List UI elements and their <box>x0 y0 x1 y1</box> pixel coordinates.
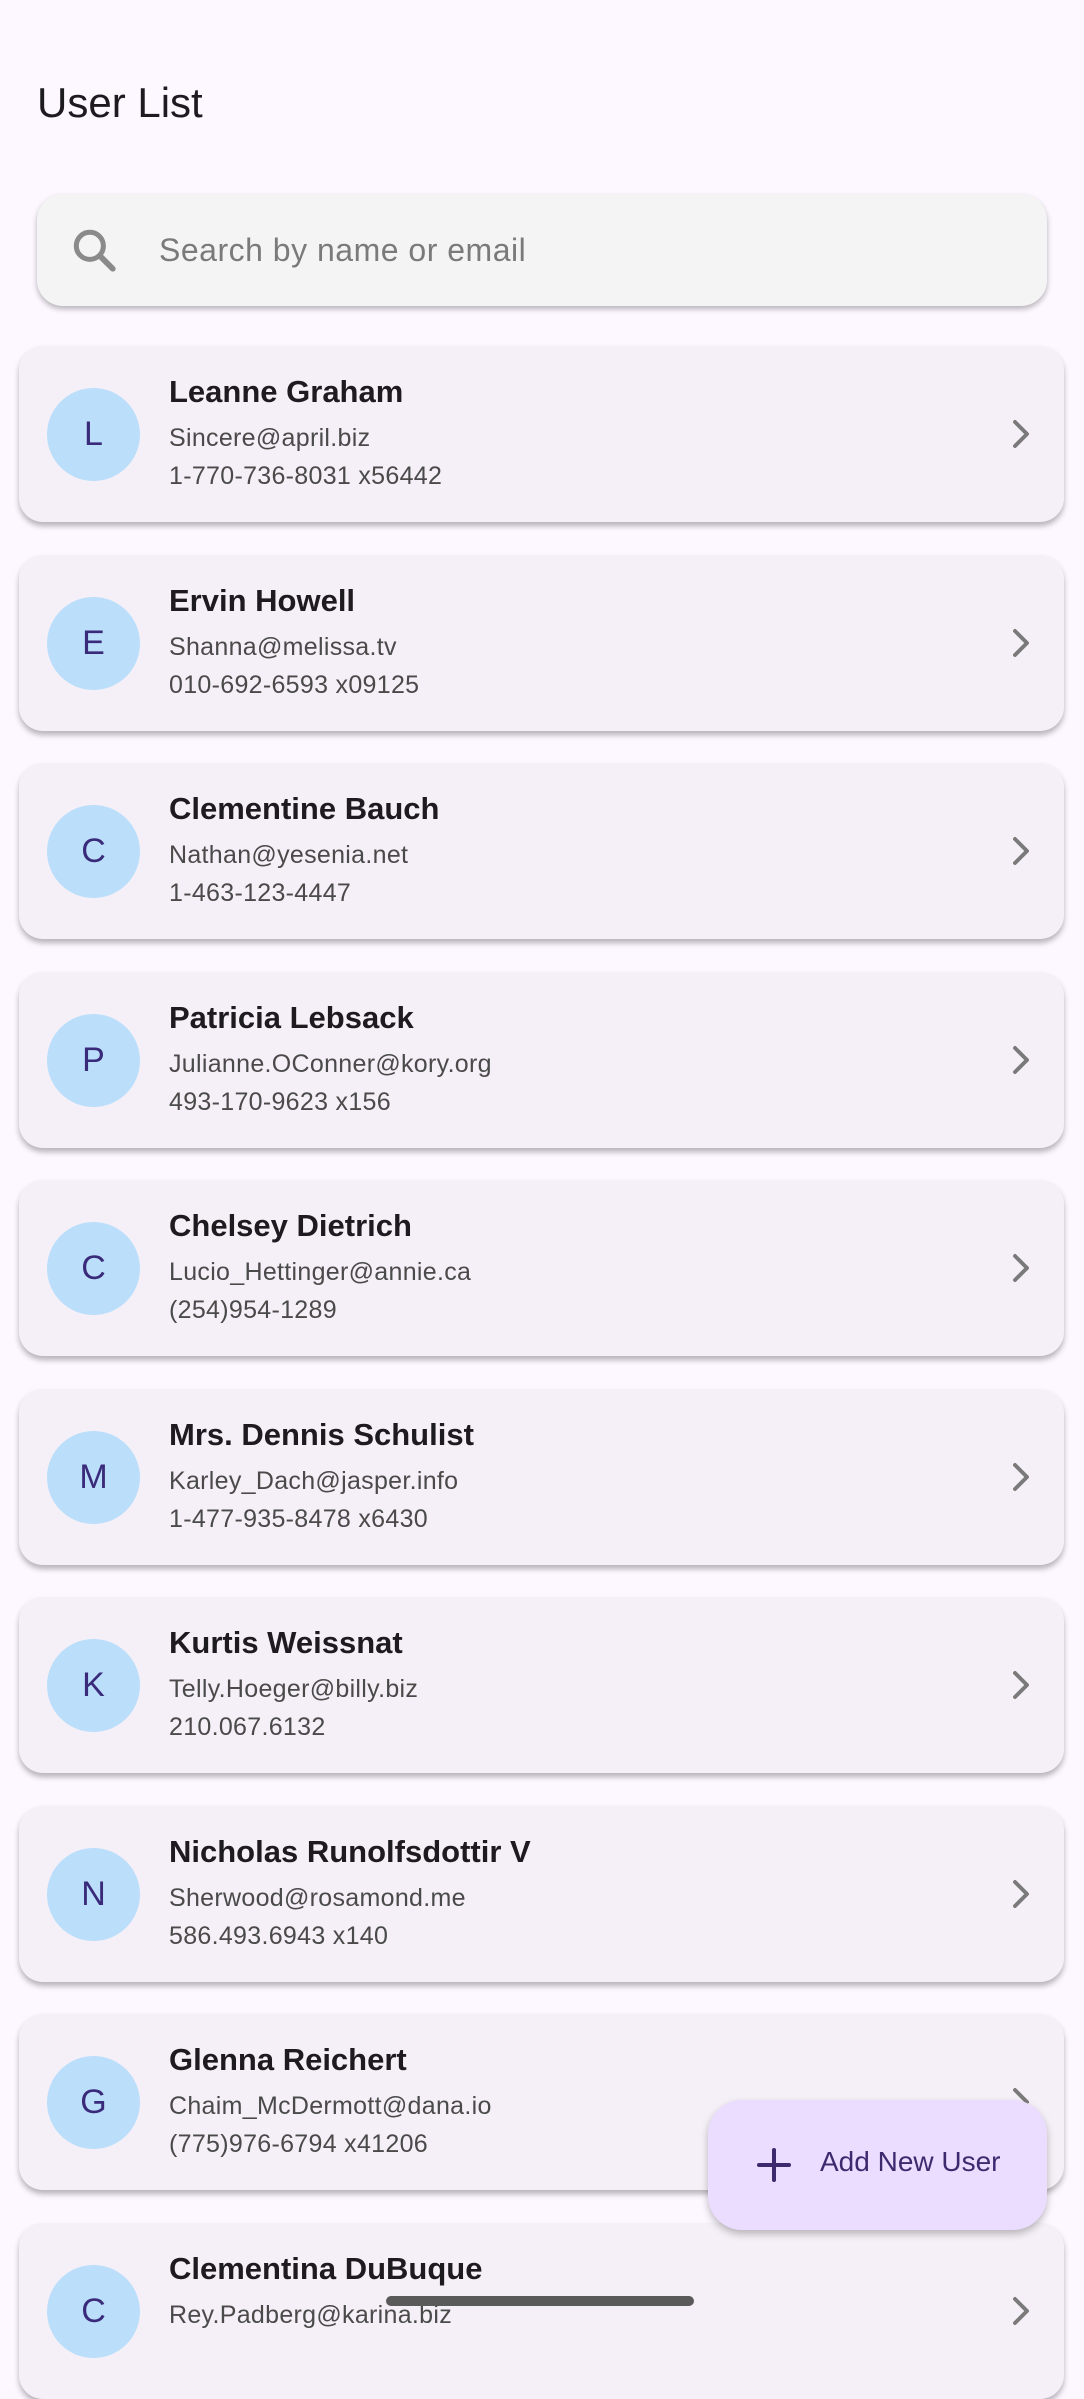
user-email: Karley_Dach@jasper.info <box>169 1466 459 1495</box>
home-indicator[interactable] <box>386 2296 694 2306</box>
user-card[interactable]: N Nicholas Runolfsdottir V Sherwood@rosamo… <box>19 1805 1064 1982</box>
user-email: Sherwood@rosamond.me <box>169 1883 466 1912</box>
user-name: Leanne Graham <box>169 374 404 409</box>
user-email: Nathan@yesenia.net <box>169 841 409 869</box>
avatar: L <box>47 388 140 481</box>
avatar: G <box>47 2056 140 2149</box>
chevron-right-icon <box>1013 1045 1029 1074</box>
user-name: Chelsey Dietrich <box>169 1208 412 1243</box>
user-phone: 210.067.6132 <box>169 1713 326 1741</box>
avatar: N <box>47 1847 140 1941</box>
user-card[interactable]: K Kurtis Weissnat Telly.Hoeger@billy.biz 21… <box>19 1597 1064 1773</box>
chevron-right-icon <box>1013 1254 1029 1282</box>
search-input[interactable] <box>159 194 1019 306</box>
chevron-right-icon <box>1013 1879 1029 1908</box>
avatar: E <box>47 596 140 690</box>
user-email: Shanna@melissa.tv <box>169 632 397 661</box>
user-name: Glenna Reichert <box>169 2042 407 2077</box>
chevron-right-icon <box>1013 1671 1029 1699</box>
chevron-right-icon <box>1013 1462 1029 1491</box>
user-email: Julianne.OConner@kory.org <box>169 1049 492 1078</box>
search-icon <box>73 229 116 272</box>
search-bar[interactable] <box>37 194 1047 306</box>
avatar: P <box>47 1013 140 1107</box>
chevron-right-icon <box>1013 628 1029 657</box>
user-email: Chaim_McDermott@dana.io <box>169 2092 492 2120</box>
user-name: Patricia Lebsack <box>169 999 414 1035</box>
user-email: Sincere@april.biz <box>169 424 371 452</box>
avatar: M <box>47 1430 140 1524</box>
user-name: Mrs. Dennis Schulist <box>169 1416 474 1452</box>
plus-icon <box>757 2148 791 2182</box>
user-phone: (775)976-6794 x41206 <box>169 2130 428 2158</box>
avatar: C <box>47 805 140 898</box>
user-name: Nicholas Runolfsdottir V <box>169 1833 531 1869</box>
avatar: C <box>47 2264 140 2358</box>
user-email: Telly.Hoeger@billy.biz <box>169 1675 419 1703</box>
chevron-right-icon <box>1013 837 1029 865</box>
user-email: Lucio_Hettinger@annie.ca <box>169 1258 472 1286</box>
user-card[interactable]: P Patricia Lebsack Julianne.OConner@kory.o… <box>19 971 1064 1148</box>
user-phone: 586.493.6943 x140 <box>169 1921 389 1950</box>
avatar: K <box>47 1639 140 1732</box>
user-name: Ervin Howell <box>169 582 356 618</box>
user-card[interactable]: M Mrs. Dennis Schulist Karley_Dach@jasper.… <box>19 1388 1064 1565</box>
user-name: Clementina DuBuque <box>169 2250 483 2286</box>
add-new-user-button[interactable]: Add New User <box>708 2100 1047 2230</box>
user-phone: 1-463-123-4447 <box>169 879 352 907</box>
app-bar: User List <box>0 0 1084 180</box>
user-phone: (254)954-1289 <box>169 1296 337 1324</box>
user-phone: 493-170-9623 x156 <box>169 1087 391 1116</box>
user-card[interactable]: L Leanne Graham Sincere@april.biz 1-770-736… <box>19 346 1064 522</box>
user-phone: 010-692-6593 x09125 <box>169 670 420 699</box>
avatar: C <box>47 1222 140 1315</box>
user-card[interactable]: E Ervin Howell Shanna@melissa.tv 010-692-65… <box>19 554 1064 731</box>
user-phone: 1-770-736-8031 x56442 <box>169 462 443 490</box>
chevron-right-icon <box>1013 420 1029 448</box>
user-phone: 1-477-935-8478 x6430 <box>169 1504 428 1533</box>
user-card[interactable]: C Chelsey Dietrich Lucio_Hettinger@annie.c… <box>19 1180 1064 1356</box>
add-new-user-label: Add New User <box>820 2146 1001 2177</box>
user-name: Clementine Bauch <box>169 791 440 826</box>
user-name: Kurtis Weissnat <box>169 1625 403 1660</box>
chevron-right-icon <box>1013 2296 1029 2325</box>
page-title: User List <box>37 79 203 126</box>
user-card[interactable]: C Clementina DuBuque Rey.Padberg@karina.bi… <box>19 2222 1064 2399</box>
user-card[interactable]: C Clementine Bauch Nathan@yesenia.net 1-463… <box>19 763 1064 939</box>
